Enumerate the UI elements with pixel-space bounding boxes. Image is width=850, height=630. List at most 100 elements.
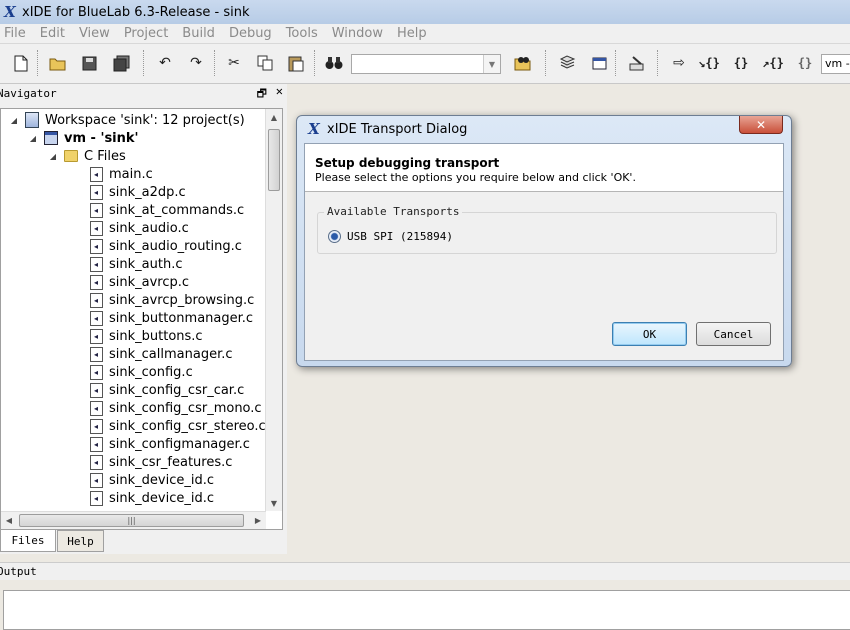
menu-build[interactable]: Build [182,26,215,41]
transport-option-label: USB SPI (215894) [347,230,453,243]
tree-file[interactable]: ◂ sink_config.c [89,363,193,381]
expander-icon[interactable]: ◢ [48,152,58,161]
chip-program-icon[interactable] [588,52,610,74]
dialog-header: Setup debugging transport Please select … [305,144,783,192]
configuration-combo[interactable]: vm - [821,54,850,74]
run-to-cursor-icon[interactable]: {} [794,52,816,74]
find-binoculars-icon[interactable] [323,52,345,74]
tree-file[interactable]: ◂ sink_avrcp_browsing.c [89,291,254,309]
step-into-icon[interactable]: ↘{} [698,52,720,74]
transport-option[interactable]: USB SPI (215894) [328,230,453,243]
menu-file[interactable]: File [4,26,26,41]
scroll-right-icon[interactable]: ▶ [250,512,266,529]
vertical-scrollbar[interactable]: ▲ ▼ [265,109,282,511]
tree-file[interactable]: ◂ sink_avrcp.c [89,273,189,291]
tree-file[interactable]: ◂ sink_buttonmanager.c [89,309,253,327]
tree-file[interactable]: ◂ sink_device_id.c [89,471,214,489]
save-all-icon[interactable] [110,52,132,74]
tab-files[interactable]: Files [0,530,56,552]
chevron-down-icon[interactable]: ▼ [483,55,500,73]
scroll-left-icon[interactable]: ◀ [1,512,17,529]
build-stack-icon[interactable] [556,52,578,74]
menu-edit[interactable]: Edit [40,26,65,41]
tree-file[interactable]: ◂ sink_config_csr_car.c [89,381,244,399]
tree-file[interactable]: ◂ sink_config_csr_stereo.c [89,417,266,435]
group-label: Available Transports [324,205,463,218]
run-arrow-icon[interactable]: ⇨ [668,52,690,74]
tree-file[interactable]: ◂ sink_a2dp.c [89,183,186,201]
menu-help[interactable]: Help [397,26,427,41]
step-out-icon[interactable]: ↗{} [762,52,784,74]
ok-button[interactable]: OK [612,322,687,346]
output-pane[interactable] [3,590,850,630]
tree-project[interactable]: ◢ vm - 'sink' [28,129,139,147]
menu-project[interactable]: Project [124,26,168,41]
cut-icon[interactable]: ✂ [223,52,245,74]
tree-file[interactable]: ◂ main.c [89,165,153,183]
c-file-icon: ◂ [89,490,103,506]
expander-icon[interactable]: ◢ [9,116,19,125]
menu-bar: File Edit View Project Build Debug Tools… [0,24,850,44]
c-file-icon: ◂ [89,400,103,416]
dialog-heading: Setup debugging transport [315,156,500,170]
c-file-icon: ◂ [89,328,103,344]
tab-help[interactable]: Help [57,530,104,552]
open-folder-icon[interactable] [47,52,69,74]
tree-file[interactable]: ◂ sink_audio_routing.c [89,237,242,255]
scroll-thumb-horizontal[interactable]: ||| [19,514,244,527]
tree-file[interactable]: ◂ sink_buttons.c [89,327,203,345]
paste-icon[interactable] [285,52,307,74]
find-in-files-icon[interactable] [512,52,534,74]
toolbar-separator [615,50,616,76]
menu-view[interactable]: View [79,26,110,41]
find-combo[interactable]: ▼ [351,54,501,74]
toolbar-separator [143,50,144,76]
file-label: sink_buttons.c [109,328,203,344]
tree-file[interactable]: ◂ sink_callmanager.c [89,345,233,363]
tree-file[interactable]: ◂ sink_device_id.c [89,489,214,507]
toolbar-separator [214,50,215,76]
copy-icon[interactable] [254,52,276,74]
pin-icon[interactable]: 🗗 [257,85,267,104]
step-over-icon[interactable]: {} [730,52,752,74]
tree-file[interactable]: ◂ sink_configmanager.c [89,435,250,453]
window-title: xIDE for BlueLab 6.3-Release - sink [22,4,250,20]
tree-file[interactable]: ◂ sink_csr_features.c [89,453,232,471]
new-file-icon[interactable] [10,52,32,74]
file-tree[interactable]: ◢ Workspace 'sink': 12 project(s) ◢ vm -… [0,108,283,530]
transport-dialog: X xIDE Transport Dialog ✕ Setup debuggin… [296,115,792,367]
project-label: vm - 'sink' [64,130,139,146]
c-file-icon: ◂ [89,472,103,488]
file-label: sink_at_commands.c [109,202,245,218]
save-icon[interactable] [78,52,100,74]
clear-chip-icon[interactable] [625,52,647,74]
file-label: sink_avrcp_browsing.c [109,292,255,308]
tree-file[interactable]: ◂ sink_auth.c [89,255,182,273]
menu-tools[interactable]: Tools [286,26,318,41]
c-file-icon: ◂ [89,436,103,452]
navigator-title: Navigator [0,86,57,100]
workspace-label: Workspace 'sink': 12 project(s) [45,112,245,128]
scroll-down-icon[interactable]: ▼ [266,495,282,511]
dialog-body: Setup debugging transport Please select … [304,143,784,361]
horizontal-scrollbar[interactable]: ◀ ||| ▶ [1,511,266,529]
radio-selected-icon[interactable] [328,230,341,243]
scroll-thumb[interactable] [268,129,280,191]
file-label: sink_a2dp.c [109,184,186,200]
tree-file[interactable]: ◂ sink_at_commands.c [89,201,244,219]
file-label: sink_csr_features.c [109,454,233,470]
c-file-icon: ◂ [89,202,103,218]
expander-icon[interactable]: ◢ [28,134,38,143]
redo-icon[interactable]: ↷ [185,52,207,74]
close-icon[interactable]: ✕ [276,84,283,98]
scroll-up-icon[interactable]: ▲ [266,109,282,125]
menu-debug[interactable]: Debug [229,26,272,41]
tree-file[interactable]: ◂ sink_audio.c [89,219,189,237]
tree-folder[interactable]: ◢ C Files [48,147,126,165]
tree-file[interactable]: ◂ sink_config_csr_mono.c [89,399,262,417]
menu-window[interactable]: Window [332,26,383,41]
undo-icon[interactable]: ↶ [154,52,176,74]
dialog-close-button[interactable]: ✕ [739,116,783,134]
cancel-button[interactable]: Cancel [696,322,771,346]
tree-workspace[interactable]: ◢ Workspace 'sink': 12 project(s) [9,111,245,129]
